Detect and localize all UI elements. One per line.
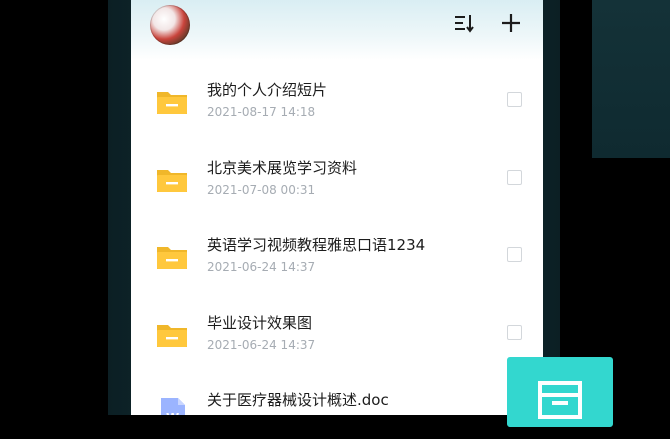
plus-icon bbox=[502, 14, 520, 32]
list-item[interactable]: 北京美术展览学习资料 2021-07-08 00:31 bbox=[131, 138, 543, 216]
list-item[interactable]: 英语学习视频教程雅思口语1234 2021-06-24 14:37 bbox=[131, 215, 543, 293]
list-item[interactable]: 我的个人介绍短片 2021-08-17 14:18 bbox=[131, 60, 543, 138]
avatar[interactable] bbox=[150, 5, 190, 45]
doc-file-icon: W bbox=[161, 398, 185, 415]
add-button[interactable] bbox=[498, 10, 524, 36]
file-name: 北京美术展览学习资料 bbox=[207, 158, 358, 177]
file-name: 关于医疗器械设计概述.doc bbox=[207, 391, 389, 409]
file-name: 毕业设计效果图 bbox=[207, 313, 313, 332]
list-item[interactable]: 毕业设计效果图 2021-06-24 14:37 bbox=[131, 293, 543, 371]
archive-box-icon bbox=[538, 381, 582, 419]
select-checkbox[interactable] bbox=[507, 169, 522, 185]
file-date: 2021-06-24 14:37 bbox=[207, 260, 316, 274]
top-bar bbox=[131, 0, 543, 60]
select-checkbox[interactable] bbox=[507, 324, 522, 340]
file-manager-screen: 我的个人介绍短片 2021-08-17 14:18 北京美术展览学习资料 202… bbox=[131, 0, 543, 415]
file-date: 2021-06-24 14:37 bbox=[207, 337, 316, 352]
folder-icon bbox=[157, 92, 187, 114]
sort-button[interactable] bbox=[451, 10, 477, 36]
file-name: 我的个人介绍短片 bbox=[207, 81, 328, 99]
file-name: 英语学习视频教程雅思口语1234 bbox=[207, 236, 426, 254]
folder-icon bbox=[157, 169, 187, 192]
file-date: 2021-08-17 14:18 bbox=[207, 105, 316, 119]
folder-icon bbox=[157, 324, 187, 347]
background-panel bbox=[592, 0, 670, 158]
list-item[interactable]: W 关于医疗器械设计概述.doc bbox=[131, 370, 543, 415]
select-checkbox[interactable] bbox=[507, 92, 522, 107]
folder-icon bbox=[157, 247, 187, 269]
svg-text:W: W bbox=[166, 411, 179, 415]
file-list: 我的个人介绍短片 2021-08-17 14:18 北京美术展览学习资料 202… bbox=[131, 60, 543, 415]
archive-button[interactable] bbox=[507, 357, 613, 427]
sort-icon bbox=[455, 15, 474, 33]
file-date: 2021-07-08 00:31 bbox=[207, 182, 316, 197]
select-checkbox[interactable] bbox=[507, 247, 522, 262]
